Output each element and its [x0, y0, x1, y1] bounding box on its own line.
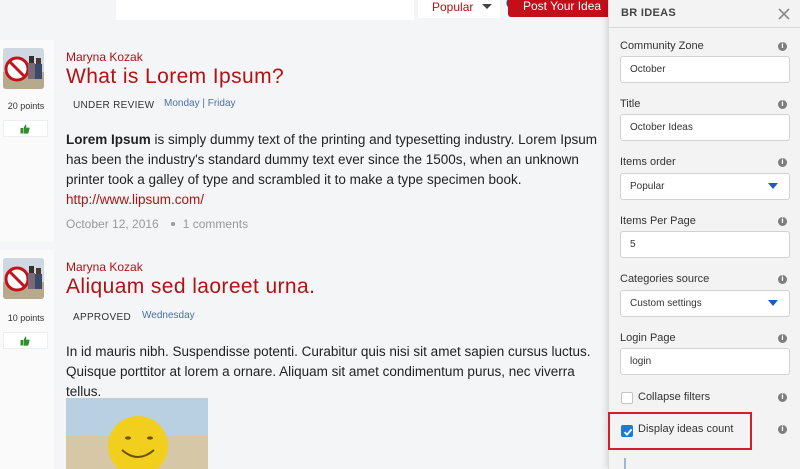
chevron-down-icon	[768, 183, 778, 189]
body-line: is simply dummy text of the printing and…	[150, 132, 597, 147]
status-badge: APPROVED	[73, 312, 131, 323]
login-page-input[interactable]: login	[620, 348, 790, 375]
idea-date: October 12, 2016	[66, 217, 159, 231]
idea-post: 10 points Maryna Kozak Aliquam sed laore…	[0, 250, 608, 469]
field-label: Community Zone	[620, 40, 704, 52]
title-input[interactable]: October Ideas	[620, 114, 790, 141]
info-icon[interactable]: i	[778, 42, 787, 51]
idea-days: Monday | Friday	[164, 98, 236, 109]
field-label: Items Per Page	[620, 215, 696, 227]
items-per-page-input[interactable]: 5	[620, 231, 790, 258]
info-icon[interactable]: i	[778, 393, 787, 402]
checkmark-icon	[623, 428, 633, 436]
separator-dot	[170, 222, 175, 226]
thumbs-up-icon	[20, 124, 30, 134]
body-bold-term: Lorem Ipsum	[66, 132, 151, 147]
avatar[interactable]	[3, 258, 44, 299]
idea-title[interactable]: What is Lorem Ipsum?	[66, 65, 284, 89]
idea-body: Lorem Ipsum is simply dummy text of the …	[66, 130, 611, 210]
field-label: Title	[620, 98, 641, 110]
checkbox-label: Collapse filters	[638, 391, 711, 403]
idea-meta: October 12, 2016 1 comments	[66, 217, 248, 231]
property-panel: BR IDEAS Community Zone i October Title …	[608, 0, 800, 469]
close-icon[interactable]	[777, 7, 791, 21]
collapse-filters-checkbox[interactable]	[621, 392, 633, 404]
field-label: Categories source	[620, 273, 710, 285]
body-link[interactable]: http://www.lipsum.com/	[66, 190, 611, 210]
body-line: printer took a galley of type and scramb…	[66, 172, 522, 187]
upvote-button[interactable]	[3, 332, 48, 349]
post-idea-button[interactable]: Post Your Idea	[508, 0, 608, 17]
status-badge: UNDER REVIEW	[73, 100, 155, 111]
author-link[interactable]: Maryna Kozak	[66, 260, 143, 274]
info-icon[interactable]: i	[778, 158, 787, 167]
panel-title: BR IDEAS	[621, 7, 676, 19]
community-zone-input[interactable]: October	[620, 56, 790, 83]
search-input[interactable]	[116, 0, 524, 20]
points-count: 20 points	[7, 101, 45, 111]
sort-select-value: Popular	[432, 0, 474, 14]
comments-link[interactable]: 1 comments	[183, 217, 248, 231]
checkbox-label: Display ideas count	[638, 423, 734, 435]
items-order-select[interactable]: Popular	[620, 173, 790, 200]
vote-column: 10 points	[0, 250, 54, 469]
info-icon[interactable]: i	[778, 217, 787, 226]
field-label: Items order	[620, 156, 676, 168]
points-count: 10 points	[7, 313, 45, 323]
divider	[609, 27, 800, 28]
idea-title[interactable]: Aliquam sed laoreet urna.	[66, 275, 315, 299]
chevron-down-icon	[768, 300, 778, 306]
field-label: Login Page	[620, 332, 676, 344]
top-bar: Popular Post Your Idea	[0, 0, 608, 24]
idea-post: 20 points Maryna Kozak What is Lorem Ips…	[0, 40, 608, 242]
select-value: Custom settings	[630, 298, 702, 309]
scrollbar[interactable]	[624, 458, 626, 469]
idea-body: In id mauris nibh. Suspendisse potenti. …	[66, 344, 591, 399]
chevron-down-icon	[482, 4, 492, 9]
avatar[interactable]	[3, 48, 44, 89]
upvote-button[interactable]	[3, 120, 48, 137]
info-icon[interactable]: i	[778, 100, 787, 109]
idea-days: Wednesday	[142, 310, 195, 321]
idea-image[interactable]	[66, 398, 208, 469]
body-line: has been the industry's standard dummy t…	[66, 152, 579, 167]
categories-source-select[interactable]: Custom settings	[620, 290, 790, 317]
author-link[interactable]: Maryna Kozak	[66, 50, 143, 64]
info-icon[interactable]: i	[778, 275, 787, 284]
thumbs-up-icon	[20, 336, 30, 346]
info-icon[interactable]: i	[778, 334, 787, 343]
info-icon[interactable]: i	[778, 425, 787, 434]
select-value: Popular	[630, 181, 665, 192]
vote-column: 20 points	[0, 40, 54, 242]
display-ideas-count-checkbox[interactable]	[621, 425, 633, 437]
sort-select[interactable]: Popular	[418, 0, 500, 18]
